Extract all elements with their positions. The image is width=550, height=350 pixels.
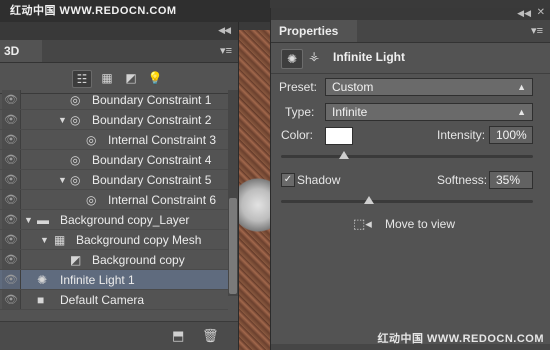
constraint-icon: ◎ [86,133,97,147]
move-to-view-label: Move to view [385,217,456,231]
tree-row[interactable]: 👁 ◎ Internal Constraint 6 [0,190,228,210]
tree-row-label: Internal Constraint 6 [108,193,217,207]
softness-label: Softness: [437,173,488,187]
softness-field[interactable]: 35% [489,171,533,189]
tree-row[interactable]: 👁 ■ Default Camera [0,290,228,310]
new-light-icon[interactable]: ⬒ [172,328,184,344]
type-select[interactable]: Infinite ▲ [325,103,533,121]
eye-icon[interactable]: 👁 [2,150,21,169]
expand-triangle-icon[interactable]: ▼ [58,170,67,190]
panel-3d-titlebar: ◀◀ [0,22,238,40]
tree-row[interactable]: 👁 ◎ Boundary Constraint 4 [0,150,228,170]
color-swatch[interactable] [325,127,353,145]
trash-icon[interactable]: 🗑 [202,328,219,344]
constraint-icon: ◎ [70,113,81,127]
softness-slider[interactable] [281,196,533,204]
eye-icon[interactable]: 👁 [2,290,21,309]
material-filter-icon[interactable]: ◩ [122,70,140,86]
panel-properties: ◀◀ ✕ Properties ▾≡ ✺ ⚶ Infinite Light Pr… [270,7,550,350]
eye-icon[interactable]: 👁 [2,170,21,189]
expand-triangle-icon[interactable]: ▼ [40,230,49,250]
watermark-bottom: 红动中国 WWW.REDOCN.COM [377,333,544,345]
tree-row-label: Boundary Constraint 5 [92,173,212,187]
tree-row-label: Background copy Mesh [76,233,202,247]
material-icon: ◩ [70,253,82,267]
tree-row[interactable]: 👁 ▼ ▦ Background copy Mesh [0,230,228,250]
color-label: Color: [281,128,314,142]
intensity-label: Intensity: [437,128,486,142]
tree-row-label: Boundary Constraint 2 [92,113,212,127]
tree-row-label: Boundary Constraint 1 [92,93,212,107]
eye-icon[interactable]: 👁 [2,190,21,209]
intensity-field[interactable]: 100% [489,126,533,144]
properties-title: Infinite Light [333,50,405,64]
tree-row-label: Infinite Light 1 [60,273,135,287]
properties-tabbar: Properties ▾≡ [271,20,550,43]
tree-row[interactable]: 👁 ◎ Boundary Constraint 1 [0,90,228,110]
tree-row-label: Background copy_Layer [60,213,190,227]
type-value: Infinite [332,105,368,119]
watermark-top: 红动中国 WWW.REDOCN.COM [0,0,270,22]
coordinates-icon[interactable]: ⚶ [309,49,319,63]
eye-icon[interactable]: 👁 [2,110,21,129]
collapse-arrows-icon[interactable]: ◀◀ [517,8,531,19]
type-label: Type: [285,105,315,119]
tree-scrollbar[interactable] [228,90,238,296]
eye-icon[interactable]: 👁 [2,210,21,229]
eye-icon[interactable]: 👁 [2,90,21,109]
move-to-view-icon: ⬚◂ [353,216,372,231]
eye-icon[interactable]: 👁 [2,130,21,149]
scene-filter-icon[interactable]: ☷ [72,70,92,88]
properties-header: ✺ ⚶ Infinite Light [271,43,550,74]
expand-triangle-icon[interactable]: ▼ [58,110,67,130]
intensity-slider[interactable] [281,151,533,159]
tree-row[interactable]: 👁 ▼ ▬ Background copy_Layer [0,210,228,230]
expand-triangle-icon[interactable]: ▼ [24,210,33,230]
panel-menu-icon[interactable]: ▾≡ [220,44,232,57]
collapse-arrows-icon[interactable]: ◀◀ [218,25,231,36]
tree-row[interactable]: 👁 ▼ ◎ Boundary Constraint 2 [0,110,228,130]
folder-icon: ▬ [37,213,49,227]
shadow-checkbox[interactable]: ✓ [281,173,295,187]
camera-icon: ■ [37,293,45,307]
light-icon: ✺ [37,273,48,287]
tree-row-selected[interactable]: 👁 ✺ Infinite Light 1 [0,270,228,290]
tab-3d[interactable]: 3D [0,40,42,62]
slider-knob[interactable] [364,196,375,204]
preset-value: Custom [332,80,374,94]
scene-tree: 👁 ◎ Boundary Constraint 1 👁 ▼ ◎ Boundary… [0,90,228,310]
tree-row-label: Background copy [92,253,185,267]
tree-row-label: Default Camera [60,293,145,307]
panel-menu-icon[interactable]: ▾≡ [531,24,543,37]
tree-row-label: Boundary Constraint 4 [92,153,212,167]
light-icon[interactable]: ✺ [281,49,303,69]
slider-knob[interactable] [339,151,349,159]
properties-titlebar: ◀◀ ✕ [271,7,550,20]
tree-row[interactable]: 👁 ◎ Internal Constraint 3 [0,130,228,150]
panel-3d-tabbar: 3D ▾≡ [0,40,238,63]
constraint-icon: ◎ [70,153,81,167]
preset-select[interactable]: Custom ▲ [325,78,533,96]
mesh-filter-icon[interactable]: ▦ [98,70,116,86]
panel-3d-footer: ⬒ 🗑 [0,321,238,350]
constraint-icon: ◎ [86,193,97,207]
constraint-icon: ◎ [70,93,81,107]
eye-icon[interactable]: 👁 [2,270,21,289]
select-stepper-icon: ▲ [517,82,526,92]
preset-label: Preset: [279,80,318,94]
scrollbar-thumb[interactable] [229,198,237,294]
tree-row-label: Internal Constraint 3 [108,133,217,147]
tab-properties[interactable]: Properties [271,20,357,42]
tree-row[interactable]: 👁 ◩ Background copy [0,250,228,270]
close-icon[interactable]: ✕ [537,7,545,18]
constraint-icon: ◎ [70,173,81,187]
light-filter-icon[interactable]: 💡 [146,70,164,86]
eye-icon[interactable]: 👁 [2,230,21,249]
shadow-label: Shadow [297,173,341,187]
mesh-icon: ▦ [54,233,66,247]
tree-row[interactable]: 👁 ▼ ◎ Boundary Constraint 5 [0,170,228,190]
select-stepper-icon: ▲ [517,107,526,117]
eye-icon[interactable]: 👁 [2,250,21,269]
